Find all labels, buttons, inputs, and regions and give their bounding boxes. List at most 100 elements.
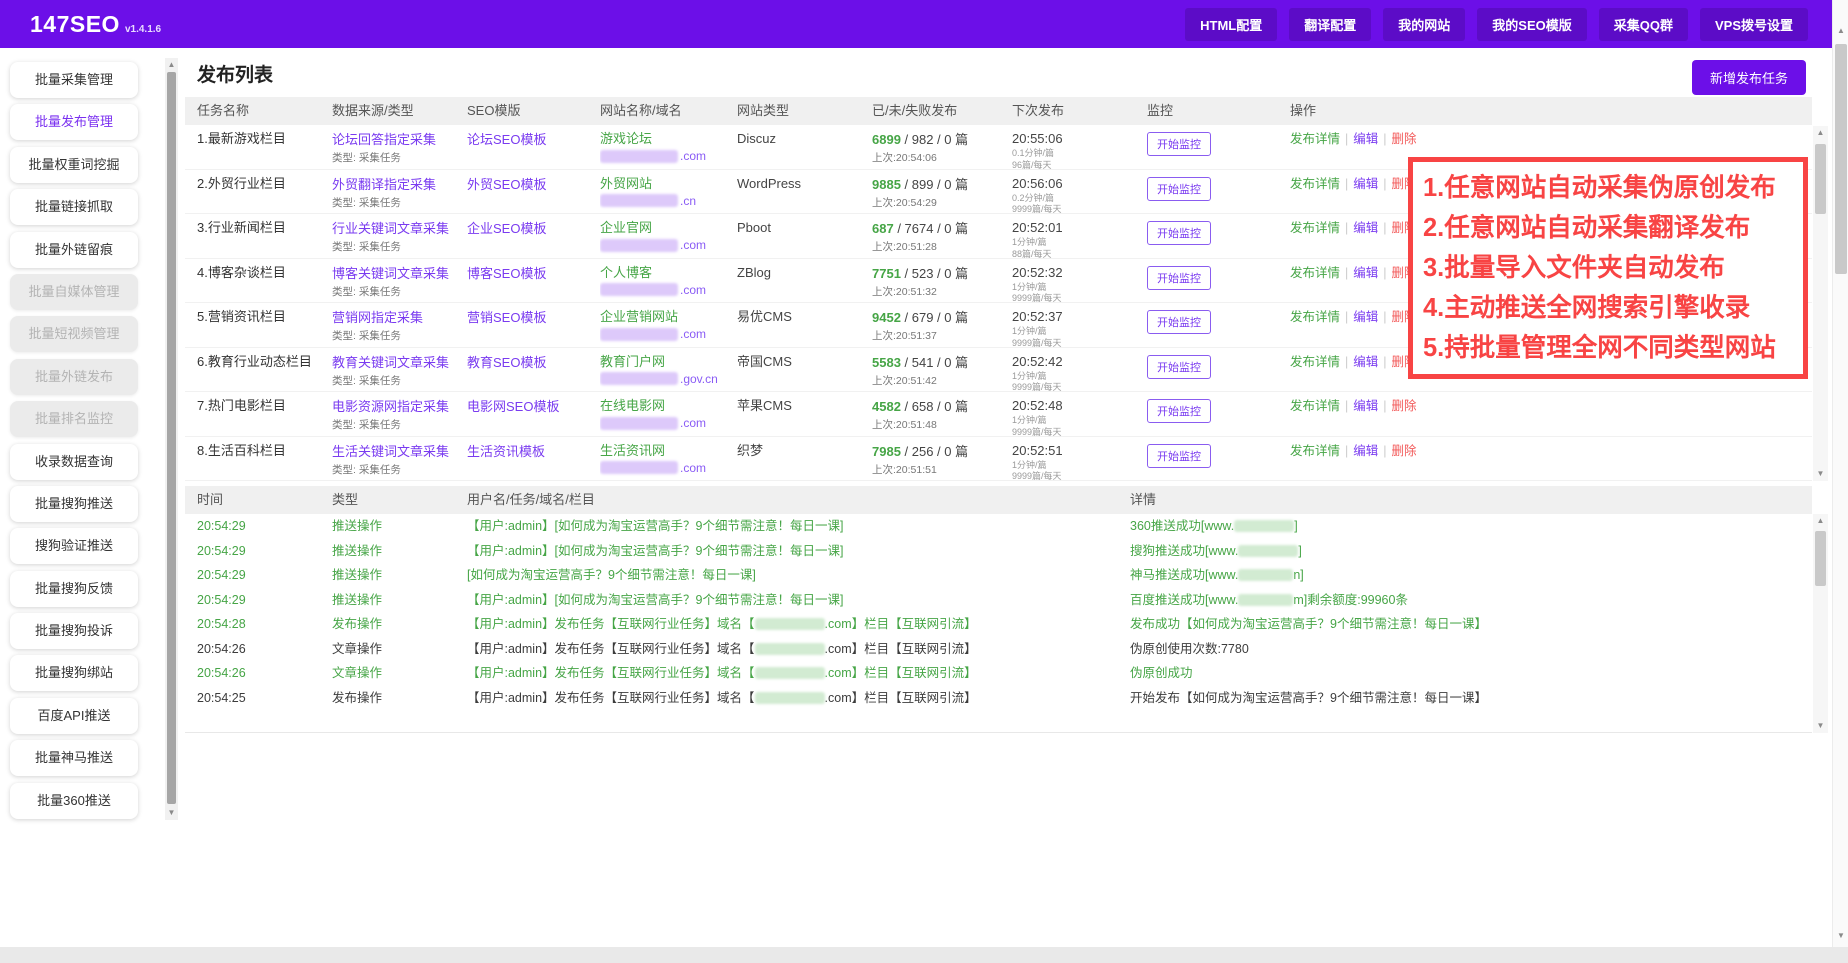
start-monitor-button[interactable]: 开始监控 <box>1147 132 1211 156</box>
source-link[interactable]: 行业关键词文章采集 <box>332 221 449 236</box>
main-content: 发布列表 新增发布任务 任务名称数据来源/类型SEO模版网站名称/域名网站类型已… <box>185 48 1812 733</box>
template-link[interactable]: 生活资讯模板 <box>467 444 545 459</box>
log-table-scrollbar[interactable]: ▲ ▼ <box>1813 514 1828 733</box>
sidebar-item[interactable]: 批量外链留痕 <box>10 232 138 268</box>
publish-detail-link[interactable]: 发布详情 <box>1290 310 1340 324</box>
source-link[interactable]: 电影资源网指定采集 <box>332 399 449 414</box>
next-publish-time: 20:52:32 <box>1012 265 1139 281</box>
redacted-domain <box>600 328 678 341</box>
sidebar-item[interactable]: 批量搜狗推送 <box>10 486 138 522</box>
source-link[interactable]: 论坛回答指定采集 <box>332 132 436 147</box>
source-link[interactable]: 博客关键词文章采集 <box>332 266 449 281</box>
task-scrollbar-thumb[interactable] <box>1815 144 1826 214</box>
sidebar-item[interactable]: 批量发布管理 <box>10 104 138 140</box>
edit-link[interactable]: 编辑 <box>1353 266 1378 280</box>
start-monitor-button[interactable]: 开始监控 <box>1147 310 1211 334</box>
scroll-up-arrow-icon[interactable]: ▲ <box>1813 514 1828 528</box>
separator: | <box>1383 266 1386 280</box>
new-publish-task-button[interactable]: 新增发布任务 <box>1692 60 1806 95</box>
log-scrollbar-thumb[interactable] <box>1815 531 1826 586</box>
domain-suffix: .gov.cn <box>680 372 718 386</box>
publish-detail-link[interactable]: 发布详情 <box>1290 221 1340 235</box>
scroll-up-arrow-icon[interactable]: ▲ <box>1813 126 1828 140</box>
last-publish-time: 上次:20:51:32 <box>872 285 1004 299</box>
sidebar-item[interactable]: 收录数据查询 <box>10 444 138 480</box>
scroll-down-arrow-icon[interactable]: ▼ <box>1813 719 1828 733</box>
redacted-text <box>1238 594 1293 606</box>
start-monitor-button[interactable]: 开始监控 <box>1147 221 1211 245</box>
edit-link[interactable]: 编辑 <box>1353 444 1378 458</box>
publish-detail-link[interactable]: 发布详情 <box>1290 266 1340 280</box>
template-link[interactable]: 营销SEO模板 <box>467 310 546 325</box>
publish-rate: 1分钟/篇 <box>1012 460 1139 471</box>
task-site-cell: 外贸网站.cn <box>600 176 737 214</box>
scroll-up-arrow-icon[interactable]: ▲ <box>1833 24 1848 38</box>
source-link[interactable]: 外贸翻译指定采集 <box>332 177 436 192</box>
sidebar-item[interactable]: 批量权重词挖掘 <box>10 147 138 183</box>
edit-link[interactable]: 编辑 <box>1353 355 1378 369</box>
template-link[interactable]: 论坛SEO模板 <box>467 132 546 147</box>
top-nav-item-3[interactable]: 我的SEO模版 <box>1477 8 1586 41</box>
edit-link[interactable]: 编辑 <box>1353 399 1378 413</box>
template-link[interactable]: 电影网SEO模板 <box>467 399 559 414</box>
separator: | <box>1345 310 1348 324</box>
top-nav-item-1[interactable]: 翻译配置 <box>1289 8 1371 41</box>
sidebar-item[interactable]: 批量采集管理 <box>10 62 138 98</box>
start-monitor-button[interactable]: 开始监控 <box>1147 399 1211 423</box>
sidebar-item[interactable]: 批量360推送 <box>10 783 138 819</box>
log-content: 【用户:admin】发布任务【互联网行业任务】域名【.com】栏目【互联网引流】 <box>467 686 1130 711</box>
sidebar-item[interactable]: 搜狗验证推送 <box>10 528 138 564</box>
sidebar-item[interactable]: 批量搜狗投诉 <box>10 613 138 649</box>
scroll-down-arrow-icon[interactable]: ▼ <box>1833 929 1848 943</box>
source-link[interactable]: 营销网指定采集 <box>332 310 423 325</box>
sidebar-item[interactable]: 批量神马推送 <box>10 740 138 776</box>
task-template-cell: 企业SEO模板 <box>467 220 600 258</box>
start-monitor-button[interactable]: 开始监控 <box>1147 444 1211 468</box>
task-name: 3.行业新闻栏目 <box>197 220 332 258</box>
publish-detail-link[interactable]: 发布详情 <box>1290 132 1340 146</box>
top-nav-item-2[interactable]: 我的网站 <box>1383 8 1465 41</box>
sidebar-item[interactable]: 批量搜狗反馈 <box>10 571 138 607</box>
sidebar-item[interactable]: 批量搜狗绑站 <box>10 655 138 691</box>
task-template-cell: 教育SEO模板 <box>467 354 600 392</box>
edit-link[interactable]: 编辑 <box>1353 132 1378 146</box>
start-monitor-button[interactable]: 开始监控 <box>1147 266 1211 290</box>
publish-detail-link[interactable]: 发布详情 <box>1290 177 1340 191</box>
template-link[interactable]: 教育SEO模板 <box>467 355 546 370</box>
sidebar-scrollbar[interactable]: ▲ ▼ <box>165 58 178 820</box>
sidebar-item[interactable]: 批量链接抓取 <box>10 189 138 225</box>
scroll-up-arrow-icon[interactable]: ▲ <box>165 58 178 72</box>
page-scrollbar[interactable]: ▲ ▼ <box>1832 0 1848 963</box>
sidebar-item: 批量排名监控 <box>10 401 138 437</box>
task-table-header: 任务名称数据来源/类型SEO模版网站名称/域名网站类型已/未/失败发布下次发布监… <box>185 97 1812 125</box>
publish-detail-link[interactable]: 发布详情 <box>1290 444 1340 458</box>
domain-suffix: .com <box>680 149 706 163</box>
source-link[interactable]: 生活关键词文章采集 <box>332 444 449 459</box>
edit-link[interactable]: 编辑 <box>1353 221 1378 235</box>
source-type: 类型: 采集任务 <box>332 240 459 254</box>
template-link[interactable]: 企业SEO模板 <box>467 221 546 236</box>
scroll-down-arrow-icon[interactable]: ▼ <box>1813 467 1828 481</box>
delete-link[interactable]: 删除 <box>1392 399 1417 413</box>
delete-link[interactable]: 删除 <box>1392 132 1417 146</box>
edit-link[interactable]: 编辑 <box>1353 310 1378 324</box>
start-monitor-button[interactable]: 开始监控 <box>1147 177 1211 201</box>
scroll-down-arrow-icon[interactable]: ▼ <box>165 806 178 820</box>
start-monitor-button[interactable]: 开始监控 <box>1147 355 1211 379</box>
top-nav-item-0[interactable]: HTML配置 <box>1185 8 1277 41</box>
task-table-scrollbar[interactable]: ▲ ▼ <box>1813 126 1828 481</box>
top-nav-item-5[interactable]: VPS拨号设置 <box>1700 8 1808 41</box>
edit-link[interactable]: 编辑 <box>1353 177 1378 191</box>
page-scrollbar-thumb[interactable] <box>1835 44 1847 274</box>
next-publish-time: 20:52:51 <box>1012 443 1139 459</box>
publish-detail-link[interactable]: 发布详情 <box>1290 399 1340 413</box>
top-nav-item-4[interactable]: 采集QQ群 <box>1599 8 1688 41</box>
task-site-cell: 企业营销网站.com <box>600 309 737 347</box>
template-link[interactable]: 博客SEO模板 <box>467 266 546 281</box>
sidebar-item[interactable]: 百度API推送 <box>10 698 138 734</box>
source-link[interactable]: 教育关键词文章采集 <box>332 355 449 370</box>
template-link[interactable]: 外贸SEO模板 <box>467 177 546 192</box>
delete-link[interactable]: 删除 <box>1392 444 1417 458</box>
sidebar-scrollbar-thumb[interactable] <box>167 72 176 804</box>
publish-detail-link[interactable]: 发布详情 <box>1290 355 1340 369</box>
